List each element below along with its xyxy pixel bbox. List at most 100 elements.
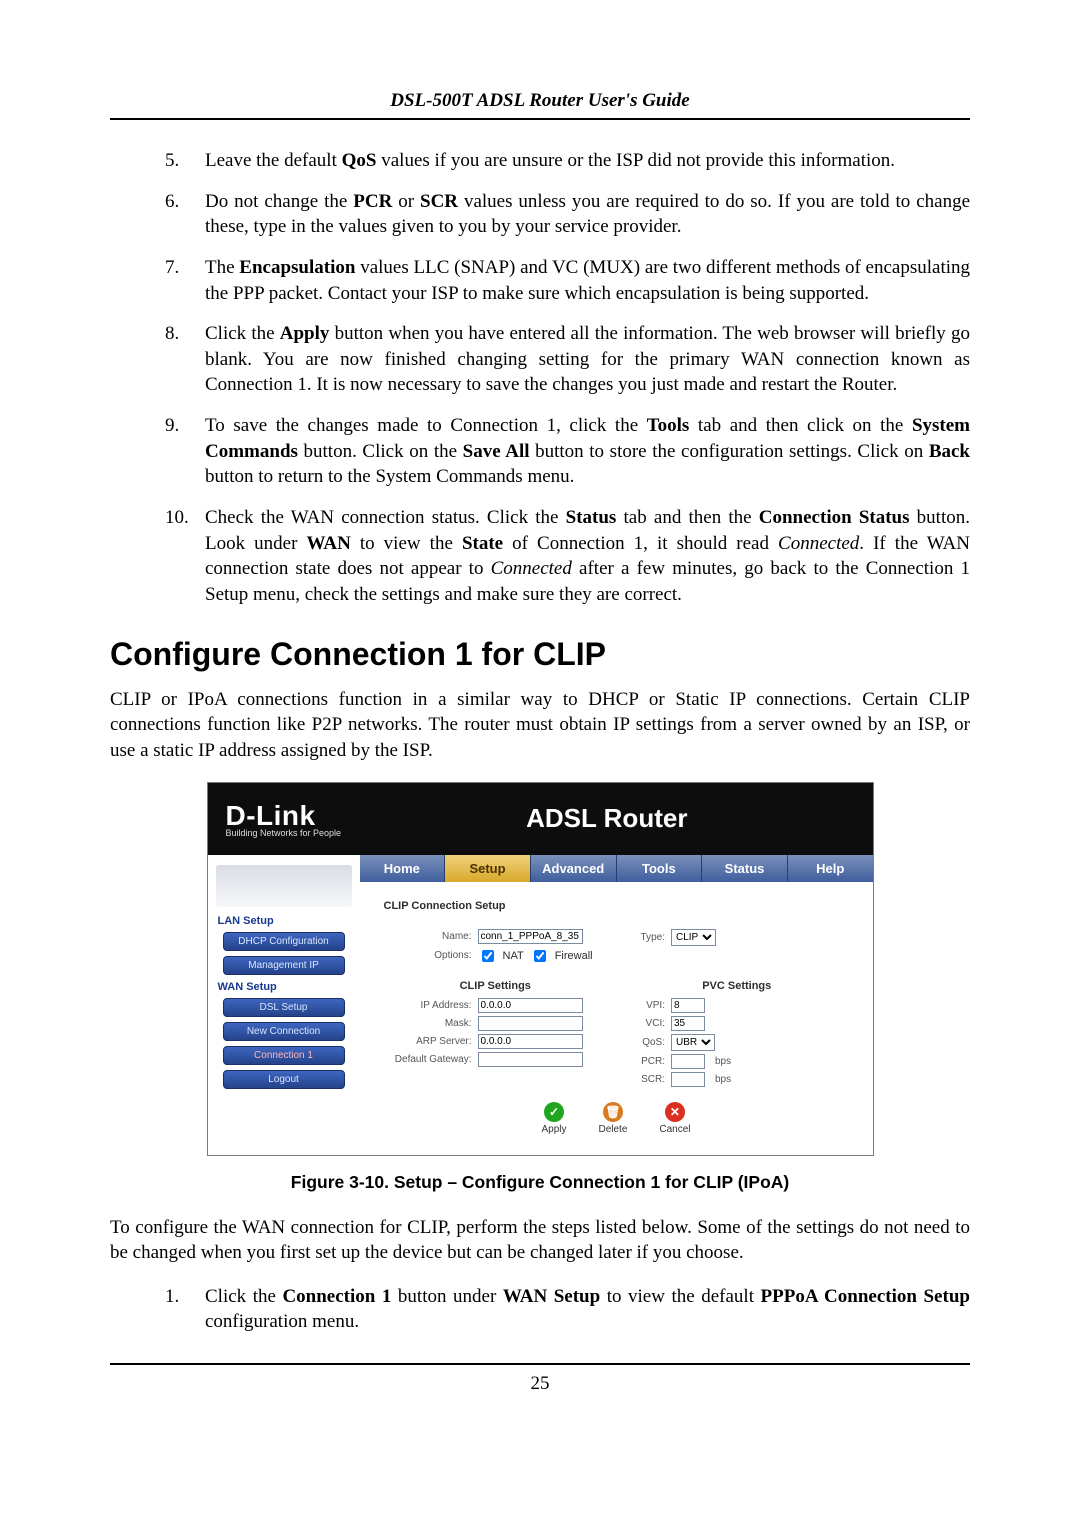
section-intro: CLIP or IPoA connections function in a s… [110,687,970,764]
input-pcr[interactable] [671,1054,705,1069]
step-text: Check the WAN connection status. Click t… [205,505,970,608]
check-icon: ✓ [544,1102,564,1122]
page: DSL-500T ADSL Router User's Guide 5. Lea… [0,0,1080,1528]
input-ip[interactable] [478,998,583,1013]
checkbox-nat[interactable] [482,950,494,962]
input-vci[interactable] [671,1016,705,1031]
checkbox-firewall[interactable] [534,950,546,962]
router-sidebar: LAN Setup DHCP Configuration Management … [208,855,360,1155]
pvc-settings-title: PVC Settings [625,980,849,992]
figure-caption: Figure 3-10. Setup – Configure Connectio… [110,1172,970,1193]
router-panel: CLIP Connection Setup Name: Options: NAT [360,882,873,1155]
step-text: To save the changes made to Connection 1… [205,413,970,490]
input-name[interactable] [478,929,583,944]
label-nat: NAT [503,950,524,962]
step-text: The Encapsulation values LLC (SNAP) and … [205,255,970,306]
label-gateway: Default Gateway: [384,1054,472,1065]
tab-home[interactable]: Home [360,855,446,882]
input-mask[interactable] [478,1016,583,1031]
step-6: 6. Do not change the PCR or SCR values u… [165,189,970,240]
close-icon: ✕ [665,1102,685,1122]
tab-setup[interactable]: Setup [445,855,531,882]
header-rule [110,118,970,120]
sidebar-title-wan: WAN Setup [218,981,352,993]
select-qos[interactable]: UBR [671,1034,715,1051]
label-vci: VCI: [625,1018,665,1029]
step-text: Do not change the PCR or SCR values unle… [205,189,970,240]
footer-rule [110,1363,970,1365]
router-body: LAN Setup DHCP Configuration Management … [208,855,873,1155]
step-10: 10. Check the WAN connection status. Cli… [165,505,970,608]
sidebar-item-dsl-setup[interactable]: DSL Setup [223,998,345,1017]
step-number: 9. [165,413,191,490]
step-number: 7. [165,255,191,306]
label-ip: IP Address: [384,1000,472,1011]
label-name: Name: [384,931,472,942]
pvc-settings: PVC Settings VPI: VCI: QoS: UBR PCR: bps S… [625,978,849,1090]
sidebar-item-logout[interactable]: Logout [223,1070,345,1089]
brand-tagline: Building Networks for People [226,828,342,838]
page-number: 25 [110,1373,970,1395]
step-number: 1. [165,1284,191,1335]
select-type[interactable]: CLIP [671,929,716,946]
label-options: Options: [384,950,472,961]
step-number: 6. [165,189,191,240]
running-header: DSL-500T ADSL Router User's Guide [110,90,970,112]
input-scr[interactable] [671,1072,705,1087]
sidebar-item-connection-1[interactable]: Connection 1 [223,1046,345,1065]
row-name-type: Name: Options: NAT Firewall [384,926,849,968]
input-gateway[interactable] [478,1052,583,1067]
step-5: 5. Leave the default QoS values if you a… [165,148,970,174]
step-text: Leave the default QoS values if you are … [205,148,970,174]
input-arp[interactable] [478,1034,583,1049]
step-number: 10. [165,505,191,608]
label-type: Type: [625,932,665,943]
label-qos: QoS: [625,1037,665,1048]
router-header: D-Link Building Networks for People ADSL… [208,783,873,855]
apply-button[interactable]: ✓Apply [541,1102,566,1135]
tab-advanced[interactable]: Advanced [531,855,617,882]
delete-button[interactable]: 🗑Delete [598,1102,627,1135]
step-number: 5. [165,148,191,174]
step-number: 8. [165,321,191,398]
panel-title: CLIP Connection Setup [384,900,849,912]
router-tabbar: Home Setup Advanced Tools Status Help [360,855,873,882]
step-8: 8. Click the Apply button when you have … [165,321,970,398]
label-pcr: PCR: [625,1056,665,1067]
label-mask: Mask: [384,1018,472,1029]
router-main: Home Setup Advanced Tools Status Help CL… [360,855,873,1155]
unit-pcr: bps [715,1056,731,1067]
clip-settings-title: CLIP Settings [384,980,608,992]
step-7: 7. The Encapsulation values LLC (SNAP) a… [165,255,970,306]
input-vpi[interactable] [671,998,705,1013]
post-figure-paragraph: To configure the WAN connection for CLIP… [110,1215,970,1266]
unit-scr: bps [715,1074,731,1085]
step-text: Click the Apply button when you have ent… [205,321,970,398]
instruction-list-b: 1. Click the Connection 1 button under W… [110,1284,970,1335]
sidebar-item-dhcp[interactable]: DHCP Configuration [223,932,345,951]
trash-icon: 🗑 [603,1102,623,1122]
sidebar-item-management-ip[interactable]: Management IP [223,956,345,975]
settings-columns: CLIP Settings IP Address: Mask: ARP Serv… [384,978,849,1090]
label-firewall: Firewall [555,950,593,962]
action-row: ✓Apply 🗑Delete ✕Cancel [384,1102,849,1135]
dlink-logo: D-Link Building Networks for People [226,800,342,838]
product-image [216,865,352,907]
tab-status[interactable]: Status [702,855,788,882]
router-title: ADSL Router [359,803,854,834]
section-heading: Configure Connection 1 for CLIP [110,636,970,673]
sidebar-item-new-connection[interactable]: New Connection [223,1022,345,1041]
tab-help[interactable]: Help [788,855,873,882]
sidebar-title-lan: LAN Setup [218,915,352,927]
step-text: Click the Connection 1 button under WAN … [205,1284,970,1335]
label-scr: SCR: [625,1074,665,1085]
instruction-list-a: 5. Leave the default QoS values if you a… [110,148,970,608]
label-vpi: VPI: [625,1000,665,1011]
step-9: 9. To save the changes made to Connectio… [165,413,970,490]
tab-tools[interactable]: Tools [617,855,703,882]
router-screenshot-figure: D-Link Building Networks for People ADSL… [207,782,874,1156]
step-b1: 1. Click the Connection 1 button under W… [165,1284,970,1335]
label-arp: ARP Server: [384,1036,472,1047]
clip-settings: CLIP Settings IP Address: Mask: ARP Serv… [384,978,608,1090]
cancel-button[interactable]: ✕Cancel [659,1102,690,1135]
